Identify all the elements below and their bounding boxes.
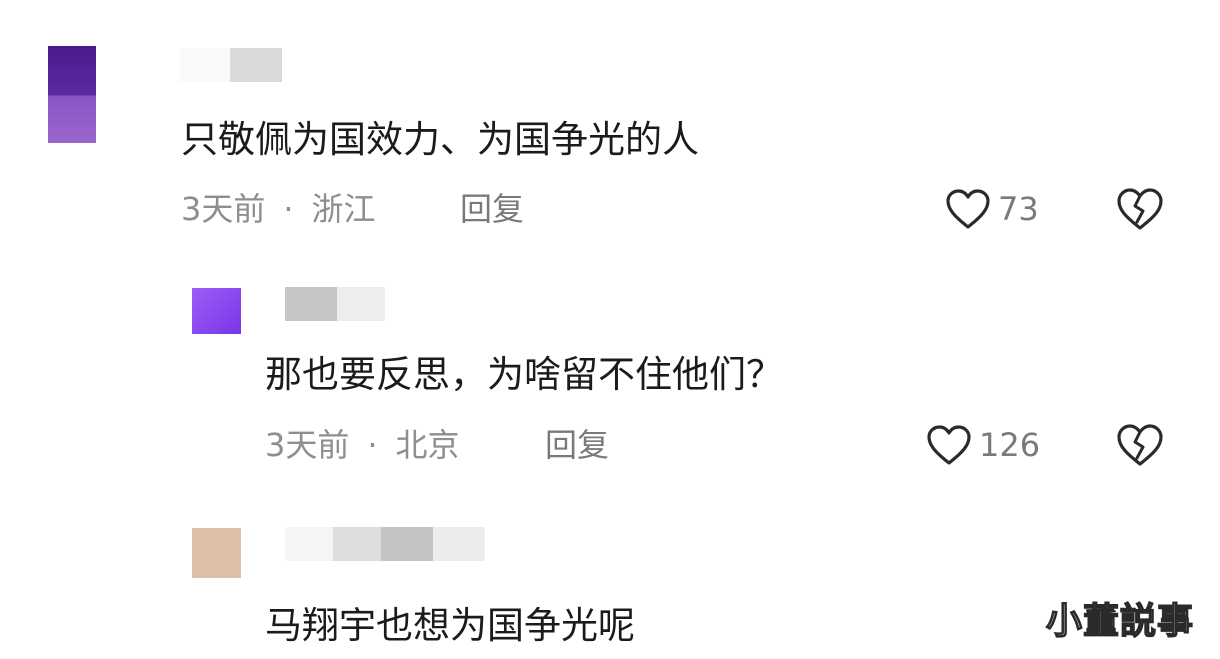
reply-button[interactable]: 回复 [545, 425, 609, 465]
comment-time: 3天前 [265, 426, 350, 464]
like-count: 73 [998, 190, 1039, 228]
username-blurred[interactable] [180, 48, 292, 82]
username-blurred[interactable] [285, 527, 485, 561]
avatar[interactable] [48, 46, 96, 143]
like-count: 126 [979, 426, 1041, 464]
avatar[interactable] [192, 288, 241, 334]
like-button[interactable]: 126 [925, 423, 1040, 467]
watermark: 小董説事 [1045, 600, 1195, 642]
avatar[interactable] [192, 528, 241, 578]
comment-text: 只敬佩为国效力、为国争光的人 [181, 118, 699, 161]
comment-time: 3天前 [181, 190, 266, 228]
comment-meta: 3天前 · 浙江 [181, 189, 376, 229]
broken-heart-icon[interactable] [1115, 186, 1165, 232]
meta-separator: · [367, 426, 378, 464]
like-button[interactable]: 73 [944, 187, 1039, 231]
heart-outline-icon [927, 425, 971, 465]
broken-heart-icon[interactable] [1115, 422, 1165, 468]
comment-location: 北京 [395, 426, 460, 464]
heart-outline-icon [946, 189, 990, 229]
comment-text: 马翔宇也想为国争光呢 [265, 604, 635, 647]
username-blurred[interactable] [285, 287, 385, 321]
comment-text: 那也要反思，为啥留不住他们？ [265, 353, 783, 396]
comment-meta: 3天前 · 北京 [265, 425, 460, 465]
comment-location: 浙江 [311, 190, 376, 228]
reply-button[interactable]: 回复 [460, 189, 524, 229]
meta-separator: · [283, 190, 294, 228]
